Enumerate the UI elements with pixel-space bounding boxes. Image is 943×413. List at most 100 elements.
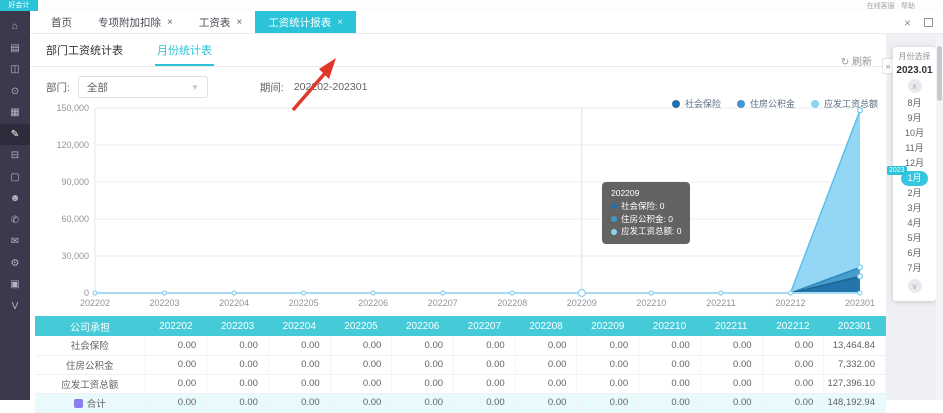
customers-icon[interactable]: ☻ (0, 188, 30, 210)
report-chart-icon[interactable]: ◫ (0, 59, 30, 81)
table-cell: 0.00 (145, 393, 207, 412)
chevron-down-circle-icon[interactable]: ∨ (908, 279, 922, 293)
table-header-cell: 202203 (207, 316, 269, 336)
table-cell: 0.00 (700, 336, 762, 355)
tab-label: 专项附加扣除 (98, 15, 161, 30)
month-item-10月[interactable]: 10月 (893, 126, 936, 141)
table-header-cell: 202206 (392, 316, 454, 336)
department-select[interactable]: 全部 ▼ (78, 76, 208, 98)
month-item-9月[interactable]: 9月 (893, 111, 936, 126)
table-row: 社会保险0.000.000.000.000.000.000.000.000.00… (35, 336, 886, 355)
row-label-cell: 住房公积金 (35, 355, 145, 374)
month-item-11月[interactable]: 11月 (893, 141, 936, 156)
calendar-icon[interactable]: ▣ (0, 274, 30, 296)
table-cell: 0.00 (577, 336, 639, 355)
area-series (95, 267, 860, 293)
series-line (95, 267, 860, 293)
topbar-user-menu[interactable]: 在线客服 · 帮助 (867, 1, 915, 11)
table-header-cell: 202301 (824, 316, 886, 336)
invoice-icon[interactable]: ⊟ (0, 145, 30, 167)
month-item-label: 10月 (901, 126, 928, 141)
tab-label: 工资表 (199, 15, 231, 30)
month-item-label: 7月 (901, 261, 928, 276)
subtab-item-0[interactable]: 部门工资统计表 (46, 34, 123, 66)
month-item-2月[interactable]: 2月 (893, 186, 936, 201)
table-cell: 0.00 (268, 393, 330, 412)
tooltip-row-1: 住房公积金: 0 (611, 213, 681, 226)
fullscreen-icon[interactable] (924, 18, 933, 27)
table-cell: 0.00 (268, 374, 330, 393)
tab-item-1[interactable]: 专项附加扣除 × (85, 11, 186, 33)
month-item-5月[interactable]: 5月 (893, 231, 936, 246)
checkout-icon[interactable]: ▢ (0, 167, 30, 189)
refresh-button[interactable]: ↻ 刷新 (841, 53, 872, 68)
y-tick-label: 60,000 (61, 214, 89, 224)
month-item-3月[interactable]: 3月 (893, 201, 936, 216)
table-cell: 0.00 (639, 336, 701, 355)
scrollbar-thumb[interactable] (937, 46, 942, 101)
department-select-value: 全部 (87, 80, 108, 95)
table-cell: 0.00 (639, 355, 701, 374)
legend-dot-icon (811, 100, 819, 108)
x-tick-label: 202301 (845, 298, 875, 308)
tab-close-icon[interactable]: × (236, 17, 242, 28)
month-item-8月[interactable]: 8月 (893, 96, 936, 111)
legend-item-1[interactable]: 住房公积金 (737, 97, 795, 110)
tab-item-0[interactable]: 首页 (38, 11, 85, 33)
settings-gear-icon[interactable]: ⚙ (0, 253, 30, 275)
month-panel-current: 2023.01 (893, 65, 936, 76)
home-icon[interactable]: ⌂ (0, 16, 30, 38)
table-cell: 0.00 (330, 393, 392, 412)
year-badge: 2023 (887, 166, 907, 175)
legend-item-0[interactable]: 社会保险 (672, 97, 721, 110)
subtab-item-1[interactable]: 月份统计表 (157, 34, 212, 66)
salary-icon[interactable]: ✎ (0, 124, 30, 146)
voucher-icon[interactable]: ▤ (0, 38, 30, 60)
tab-close-icon[interactable]: × (337, 17, 343, 28)
month-item-4月[interactable]: 4月 (893, 216, 936, 231)
month-picker-panel: 月份选择 2023.01 ∧ 8月9月10月11月12月20231月2月3月4月… (893, 47, 936, 301)
month-item-6月[interactable]: 6月 (893, 246, 936, 261)
table-row: 合计0.000.000.000.000.000.000.000.000.000.… (35, 393, 886, 412)
month-item-1月[interactable]: 20231月 (893, 171, 936, 186)
brand-v-icon[interactable]: V (0, 296, 30, 318)
tick-marker (232, 291, 236, 295)
table-header-row: 公司承担202202202203202204202205202206202207… (35, 316, 886, 336)
tab-close-icon[interactable]: × (167, 17, 173, 28)
chart-legend: 社会保险 住房公积金 应发工资总额 (672, 97, 878, 110)
x-tick-label: 202209 (567, 298, 597, 308)
table-cell: 0.00 (268, 336, 330, 355)
chevron-up-icon[interactable]: ∧ (908, 79, 922, 93)
x-tick-label: 202204 (219, 298, 249, 308)
salary-chart[interactable]: 030,00060,00090,000120,000150,0002022022… (30, 96, 886, 312)
window-controls: × (904, 11, 933, 34)
assets-icon[interactable]: ▦ (0, 102, 30, 124)
mail-icon[interactable]: ✉ (0, 231, 30, 253)
tab-label: 工资统计报表 (268, 15, 331, 30)
tab-item-2[interactable]: 工资表 × (186, 11, 255, 33)
legend-item-2[interactable]: 应发工资总额 (811, 97, 878, 110)
close-icon[interactable]: × (904, 17, 911, 29)
table-cell: 0.00 (330, 374, 392, 393)
x-tick-label: 202210 (636, 298, 666, 308)
funds-icon[interactable]: ⊙ (0, 81, 30, 103)
table-header-cell: 202208 (515, 316, 577, 336)
month-item-label: 8月 (901, 96, 928, 111)
y-tick-label: 120,000 (56, 140, 89, 150)
table-cell: 0.00 (639, 374, 701, 393)
service-icon[interactable]: ✆ (0, 210, 30, 232)
legend-label: 社会保险 (685, 97, 721, 110)
table-cell: 0.00 (454, 355, 516, 374)
x-tick-label: 202212 (775, 298, 805, 308)
table-cell: 0.00 (762, 355, 824, 374)
table-cell: 0.00 (145, 355, 207, 374)
area-series (95, 110, 860, 293)
x-tick-label: 202203 (150, 298, 180, 308)
page-scrollbar (936, 34, 943, 400)
tick-marker (163, 291, 167, 295)
month-item-7月[interactable]: 7月 (893, 261, 936, 276)
table-header-cell: 202205 (330, 316, 392, 336)
table-header-cell: 202207 (454, 316, 516, 336)
table-cell: 0.00 (145, 336, 207, 355)
tab-item-3[interactable]: 工资统计报表 × (255, 11, 356, 33)
